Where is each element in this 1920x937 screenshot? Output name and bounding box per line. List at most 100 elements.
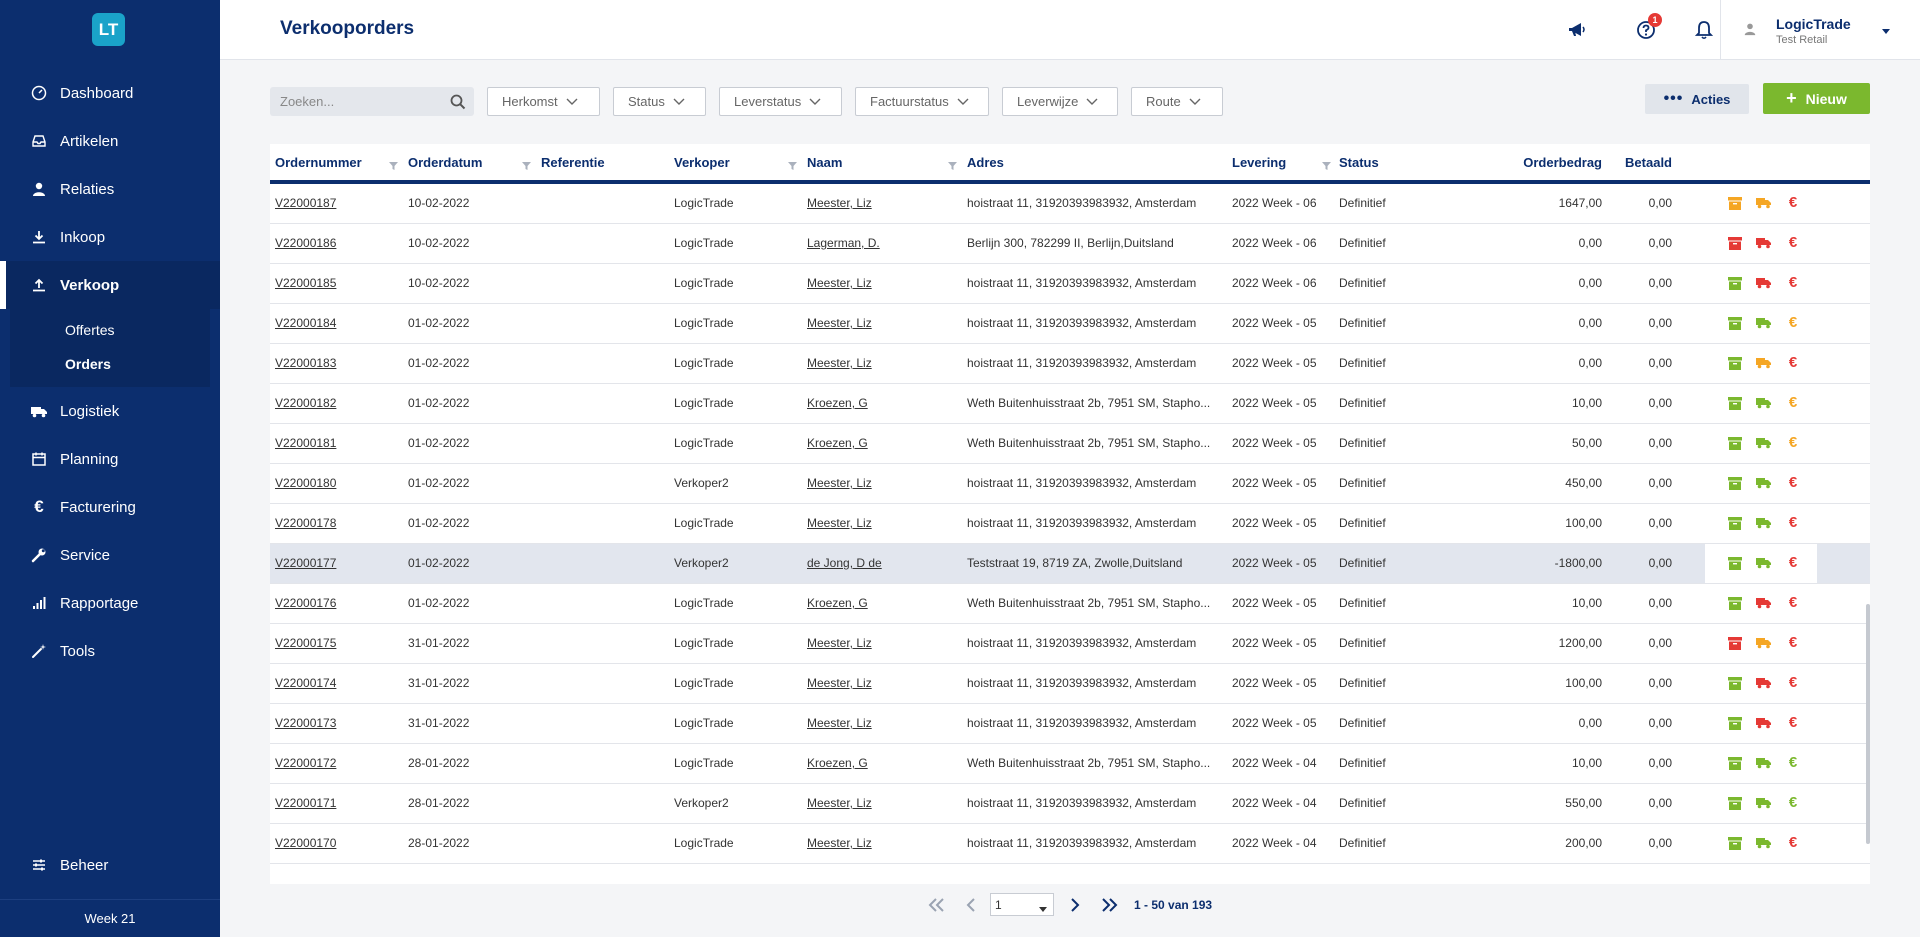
table-row[interactable]: V22000175 31-01-2022 LogicTrade Meester, Li… [270, 624, 1870, 664]
box-icon[interactable] [1727, 715, 1743, 731]
table-row[interactable]: V22000184 01-02-2022 LogicTrade Meester, Li… [270, 304, 1870, 344]
megaphone-icon[interactable] [1565, 18, 1589, 42]
cell-ordernummer[interactable]: V22000174 [275, 676, 395, 690]
cell-naam[interactable]: Kroezen, G [807, 756, 957, 770]
euro-icon[interactable]: € [1785, 355, 1801, 371]
col-ordernummer[interactable]: Ordernummer [275, 155, 362, 170]
cell-ordernummer[interactable]: V22000181 [275, 436, 395, 450]
col-referentie[interactable]: Referentie [541, 155, 605, 170]
cell-ordernummer[interactable]: V22000176 [275, 596, 395, 610]
col-orderdatum[interactable]: Orderdatum [408, 155, 482, 170]
table-row[interactable]: V22000171 28-01-2022 Verkoper2 Meester, Liz… [270, 784, 1870, 824]
cell-naam[interactable]: Meester, Liz [807, 636, 957, 650]
table-row[interactable]: V22000183 01-02-2022 LogicTrade Meester, Li… [270, 344, 1870, 384]
col-levering[interactable]: Levering [1232, 155, 1286, 170]
cell-ordernummer[interactable]: V22000177 [275, 556, 395, 570]
cell-naam[interactable]: Kroezen, G [807, 396, 957, 410]
cell-naam[interactable]: Meester, Liz [807, 356, 957, 370]
sidebar-item-service[interactable]: Service [0, 531, 220, 579]
sidebar-item-planning[interactable]: Planning [0, 435, 220, 483]
sidebar-item-tools[interactable]: Tools [0, 627, 220, 675]
sidebar-item-beheer[interactable]: Beheer [0, 841, 220, 889]
euro-icon[interactable]: € [1785, 315, 1801, 331]
box-icon[interactable] [1727, 315, 1743, 331]
sidebar-item-artikelen[interactable]: Artikelen [0, 117, 220, 165]
sidebar-subitem-offertes[interactable]: Offertes [10, 313, 210, 347]
sidebar-item-relaties[interactable]: Relaties [0, 165, 220, 213]
euro-icon[interactable]: € [1785, 795, 1801, 811]
euro-icon[interactable]: € [1785, 675, 1801, 691]
truck-icon[interactable] [1756, 515, 1772, 531]
filter-herkomst[interactable]: Herkomst [487, 87, 600, 116]
truck-icon[interactable] [1756, 235, 1772, 251]
cell-naam[interactable]: Meester, Liz [807, 276, 957, 290]
box-icon[interactable] [1727, 355, 1743, 371]
cell-naam[interactable]: Meester, Liz [807, 796, 957, 810]
box-icon[interactable] [1727, 795, 1743, 811]
euro-icon[interactable]: € [1785, 635, 1801, 651]
user-menu[interactable]: LogicTrade Test Retail [1720, 0, 1920, 60]
bell-icon[interactable] [1692, 18, 1716, 42]
cell-ordernummer[interactable]: V22000186 [275, 236, 395, 250]
cell-ordernummer[interactable]: V22000175 [275, 636, 395, 650]
filter-leverwijze[interactable]: Leverwijze [1002, 87, 1118, 116]
truck-icon[interactable] [1756, 275, 1772, 291]
first-page-button[interactable] [926, 893, 948, 917]
cell-ordernummer[interactable]: V22000170 [275, 836, 395, 850]
cell-naam[interactable]: Meester, Liz [807, 316, 957, 330]
table-row[interactable]: V22000180 01-02-2022 Verkoper2 Meester, Liz… [270, 464, 1870, 504]
box-icon[interactable] [1727, 515, 1743, 531]
cell-naam[interactable]: Meester, Liz [807, 836, 957, 850]
truck-icon[interactable] [1756, 595, 1772, 611]
last-page-button[interactable] [1098, 893, 1120, 917]
acties-button[interactable]: ••• Acties [1645, 84, 1749, 114]
col-betaald[interactable]: Betaald [1612, 155, 1672, 170]
cell-naam[interactable]: de Jong, D de [807, 556, 957, 570]
euro-icon[interactable]: € [1785, 195, 1801, 211]
filter-icon[interactable] [522, 158, 531, 173]
truck-icon[interactable] [1756, 195, 1772, 211]
truck-icon[interactable] [1756, 675, 1772, 691]
cell-naam[interactable]: Meester, Liz [807, 476, 957, 490]
next-page-button[interactable] [1064, 893, 1086, 917]
truck-icon[interactable] [1756, 435, 1772, 451]
page-select[interactable]: 1 [990, 893, 1054, 916]
truck-icon[interactable] [1756, 715, 1772, 731]
truck-icon[interactable] [1756, 635, 1772, 651]
col-status[interactable]: Status [1339, 155, 1379, 170]
euro-icon[interactable]: € [1785, 515, 1801, 531]
table-row[interactable]: V22000174 31-01-2022 LogicTrade Meester, Li… [270, 664, 1870, 704]
box-icon[interactable] [1727, 475, 1743, 491]
filter-icon[interactable] [1322, 158, 1331, 173]
col-naam[interactable]: Naam [807, 155, 842, 170]
filter-icon[interactable] [389, 158, 398, 173]
box-icon[interactable] [1727, 755, 1743, 771]
filter-leverstatus[interactable]: Leverstatus [719, 87, 842, 116]
cell-naam[interactable]: Meester, Liz [807, 516, 957, 530]
cell-ordernummer[interactable]: V22000187 [275, 196, 395, 210]
sidebar-item-verkoop[interactable]: Verkoop [0, 261, 220, 309]
box-icon[interactable] [1727, 195, 1743, 211]
sidebar-item-rapportage[interactable]: Rapportage [0, 579, 220, 627]
box-icon[interactable] [1727, 675, 1743, 691]
search-icon[interactable] [450, 94, 466, 113]
truck-icon[interactable] [1756, 315, 1772, 331]
filter-route[interactable]: Route [1131, 87, 1223, 116]
box-icon[interactable] [1727, 595, 1743, 611]
table-row[interactable]: V22000173 31-01-2022 LogicTrade Meester, Li… [270, 704, 1870, 744]
euro-icon[interactable]: € [1785, 235, 1801, 251]
table-row[interactable]: V22000176 01-02-2022 LogicTrade Kroezen, G W… [270, 584, 1870, 624]
filter-status[interactable]: Status [613, 87, 706, 116]
box-icon[interactable] [1727, 635, 1743, 651]
truck-icon[interactable] [1756, 555, 1772, 571]
sidebar-item-dashboard[interactable]: Dashboard [0, 69, 220, 117]
box-icon[interactable] [1727, 395, 1743, 411]
cell-ordernummer[interactable]: V22000185 [275, 276, 395, 290]
table-row[interactable]: V22000170 28-01-2022 LogicTrade Meester, Li… [270, 824, 1870, 864]
table-row[interactable]: V22000172 28-01-2022 LogicTrade Kroezen, G W… [270, 744, 1870, 784]
cell-naam[interactable]: Kroezen, G [807, 596, 957, 610]
cell-naam[interactable]: Meester, Liz [807, 716, 957, 730]
cell-ordernummer[interactable]: V22000178 [275, 516, 395, 530]
truck-icon[interactable] [1756, 395, 1772, 411]
box-icon[interactable] [1727, 275, 1743, 291]
